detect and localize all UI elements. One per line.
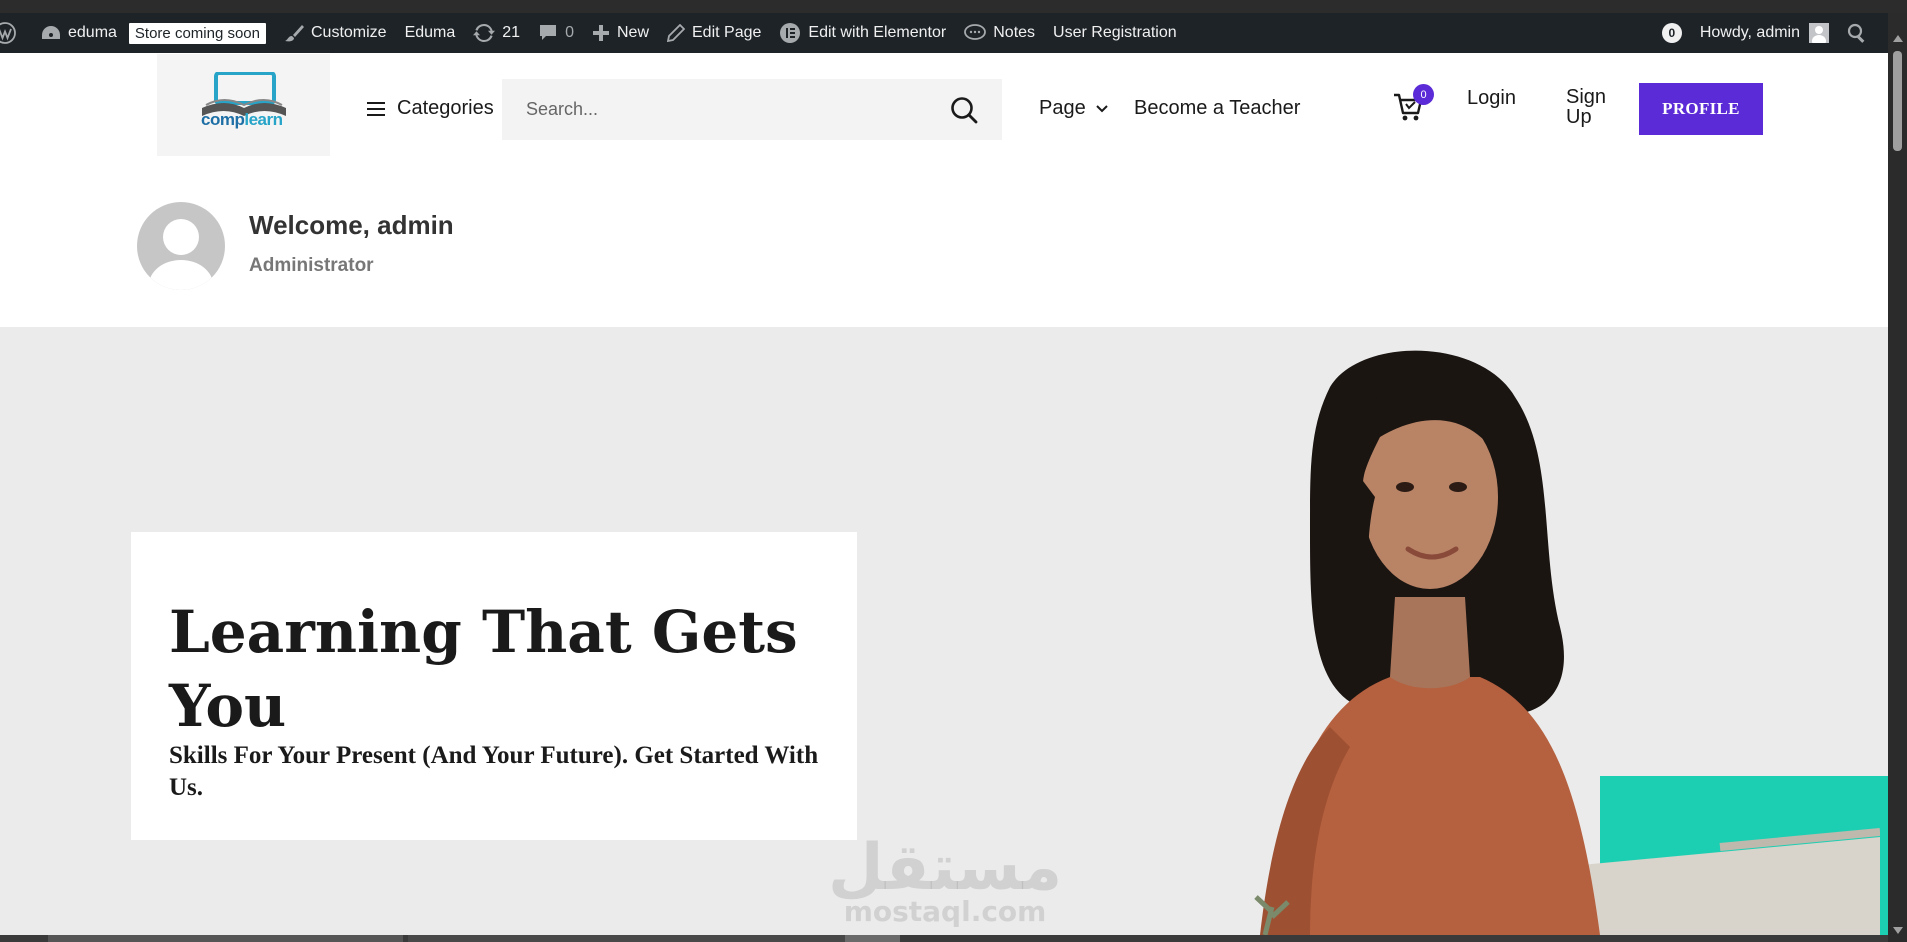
site-name: eduma (68, 24, 117, 41)
edit-page-label: Edit Page (692, 24, 762, 41)
customize-link[interactable]: Customize (275, 13, 396, 53)
search-icon[interactable] (950, 96, 978, 124)
logo-brand-comp: comp (201, 110, 245, 129)
signup-link[interactable]: Sign Up (1566, 87, 1616, 127)
wp-admin-bar: eduma Store coming soon Customize Eduma … (0, 13, 1888, 53)
notification-count: 0 (1661, 23, 1682, 43)
become-teacher-link[interactable]: Become a Teacher (1134, 97, 1300, 120)
search-input[interactable] (502, 79, 932, 140)
updates-icon (473, 23, 496, 43)
comments-count: 0 (565, 24, 574, 41)
bottom-segment (845, 935, 900, 942)
watermark: مستقل mostaql.com (828, 831, 1063, 928)
theme-label: Eduma (404, 24, 456, 41)
comment-icon (540, 25, 557, 40)
customize-label: Customize (311, 24, 387, 41)
bottom-segment (48, 935, 403, 942)
vertical-scrollbar[interactable] (1888, 13, 1907, 942)
elementor-icon (780, 23, 801, 43)
speech-bubble-icon (964, 24, 987, 40)
site-logo[interactable]: complearn (157, 54, 330, 156)
logo-brand-learn: learn (244, 110, 283, 129)
theme-link[interactable]: Eduma (396, 13, 465, 53)
pencil-icon (667, 24, 685, 42)
hero-banner: Learning That Gets You Skills For Your P… (0, 327, 1888, 935)
bottom-horizontal-scrollbar (0, 935, 1888, 942)
avatar (137, 202, 225, 290)
search-icon (1847, 23, 1865, 43)
howdy-label: Howdy, admin (1699, 24, 1800, 41)
scroll-up-arrow-icon[interactable] (1893, 35, 1903, 42)
wordpress-logo-icon[interactable] (0, 13, 32, 53)
watermark-arabic: مستقل (828, 831, 1063, 905)
scroll-thumb[interactable] (1893, 51, 1902, 151)
logo-wordmark: complearn (201, 110, 283, 130)
hero-woman-image (1254, 350, 1880, 935)
user-registration-label: User Registration (1053, 24, 1177, 41)
site-name-link[interactable]: eduma Store coming soon (32, 13, 275, 53)
edit-elementor-label: Edit with Elementor (808, 24, 947, 41)
edit-page-link[interactable]: Edit Page (658, 13, 770, 53)
store-coming-soon-badge[interactable]: Store coming soon (128, 22, 266, 44)
welcome-title: Welcome, admin (249, 210, 454, 240)
site-header: complearn Categories Page Become a Teach… (0, 53, 1888, 163)
cart-count-badge: 0 (1413, 84, 1434, 105)
nav-page-label: Page (1039, 97, 1086, 119)
dashboard-icon (42, 26, 60, 39)
brush-icon (285, 25, 304, 42)
hero-text-card: Learning That Gets You Skills For Your P… (131, 532, 857, 840)
watermark-latin: mostaql.com (843, 895, 1047, 928)
notifications-link[interactable]: 0 (1653, 13, 1691, 53)
nav-page-dropdown[interactable]: Page (1039, 97, 1108, 120)
login-link[interactable]: Login (1467, 87, 1516, 110)
window-top-strip (0, 0, 1907, 13)
categories-menu[interactable]: Categories (367, 97, 494, 120)
user-avatar-icon (1809, 23, 1829, 43)
chevron-down-icon (1096, 104, 1108, 112)
new-label: New (616, 24, 649, 41)
notes-label: Notes (993, 24, 1036, 41)
search-bar (502, 79, 1002, 140)
welcome-section: Welcome, admin Administrator (0, 163, 1888, 327)
updates-count: 21 (502, 24, 521, 41)
admin-search-button[interactable] (1838, 13, 1888, 53)
edit-elementor-link[interactable]: Edit with Elementor (770, 13, 955, 53)
profile-button[interactable]: PROFILE (1639, 83, 1763, 135)
categories-label: Categories (397, 97, 494, 119)
user-registration-link[interactable]: User Registration (1044, 13, 1186, 53)
notes-link[interactable]: Notes (955, 13, 1044, 53)
hamburger-icon (367, 101, 385, 116)
scroll-down-arrow-icon[interactable] (1893, 927, 1903, 934)
updates-link[interactable]: 21 (464, 13, 529, 53)
my-account-link[interactable]: Howdy, admin (1691, 13, 1838, 53)
page-content: complearn Categories Page Become a Teach… (0, 53, 1888, 935)
bottom-segment (408, 935, 848, 942)
comments-link[interactable]: 0 (529, 13, 583, 53)
plus-icon (592, 25, 609, 41)
new-content-link[interactable]: New (583, 13, 658, 53)
user-role: Administrator (249, 255, 374, 276)
hero-title: Learning That Gets You (169, 598, 798, 740)
admin-bar-right: 0 Howdy, admin (1653, 13, 1888, 53)
hero-subtitle: Skills For Your Present (And Your Future… (169, 742, 819, 801)
